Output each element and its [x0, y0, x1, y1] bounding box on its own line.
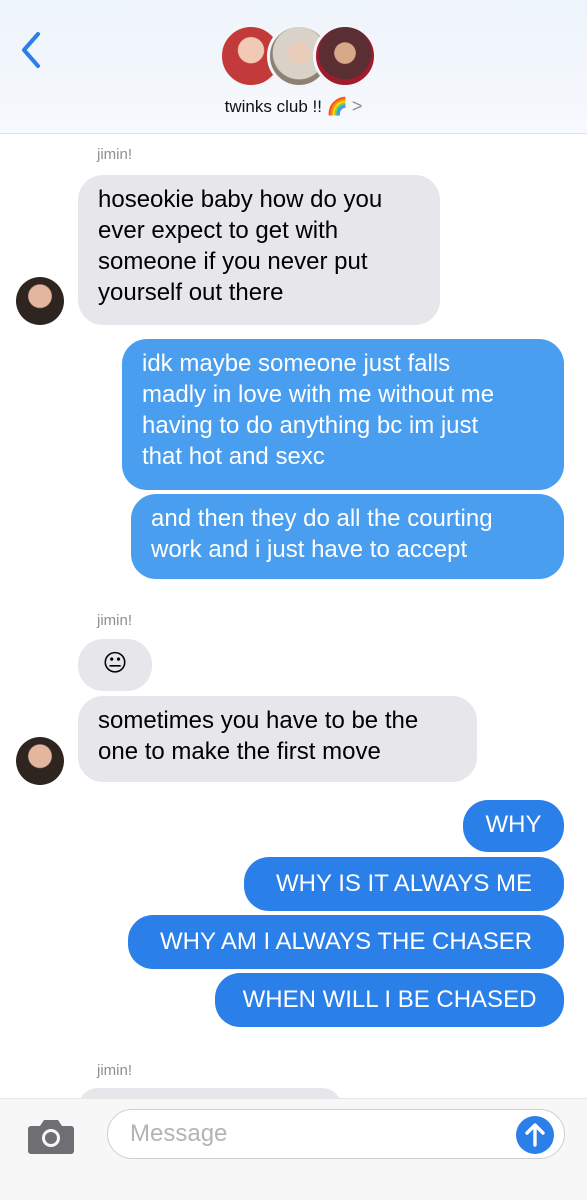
message-bubble[interactable]: WHY: [463, 800, 564, 852]
arrow-up-icon: [525, 1123, 545, 1147]
message-line: madly in love with me without me: [142, 381, 495, 408]
message-line: and then they do all the courting: [151, 505, 493, 532]
group-name-button[interactable]: twinks club !! 🌈 >: [0, 96, 587, 117]
message-text: WHY: [485, 811, 542, 838]
message-bubble[interactable]: WHEN WILL I BE CHASED: [215, 973, 564, 1027]
message-line: work and i just have to accept: [151, 536, 468, 563]
send-button[interactable]: [516, 1116, 554, 1154]
avatar: [313, 24, 377, 88]
message-bubble[interactable]: 😐: [78, 639, 152, 691]
message-line: having to do anything bc im just: [142, 412, 479, 439]
camera-icon: [28, 1120, 74, 1154]
chevron-right-icon: >: [351, 96, 363, 116]
message-line: sometimes you have to be the: [98, 707, 419, 734]
message-line: hoseokie baby how do you: [98, 186, 383, 213]
camera-button[interactable]: [26, 1116, 76, 1156]
message-bubble[interactable]: and then they do all the courting work a…: [131, 494, 564, 579]
message-text: WHY AM I ALWAYS THE CHASER: [159, 928, 533, 955]
message-line: someone if you never put: [98, 248, 368, 275]
message-text: WHY IS IT ALWAYS ME: [275, 870, 533, 897]
message-input[interactable]: [107, 1109, 565, 1159]
message-line: that hot and sexc: [142, 443, 325, 470]
back-button[interactable]: [14, 28, 48, 72]
group-avatars[interactable]: [219, 24, 377, 90]
sender-name: jimin!: [97, 146, 133, 163]
chevron-left-icon: [22, 32, 40, 68]
message-line: yourself out there: [98, 279, 284, 306]
message-line: one to make the first move: [98, 738, 381, 765]
emoji-message: 😐: [102, 650, 128, 677]
conversation-header: twinks club !! 🌈 >: [0, 0, 587, 134]
group-name: twinks club !! 🌈: [224, 97, 348, 116]
message-bubble[interactable]: idk maybe someone just falls madly in lo…: [122, 339, 564, 490]
sender-name: jimin!: [97, 1062, 133, 1079]
message-composer: [0, 1098, 587, 1200]
message-bubble[interactable]: hoseokie baby how do you ever expect to …: [78, 175, 440, 325]
sender-name: jimin!: [97, 612, 133, 629]
avatar[interactable]: [16, 277, 64, 325]
message-text: WHEN WILL I BE CHASED: [242, 986, 537, 1013]
message-bubble[interactable]: WHY AM I ALWAYS THE CHASER: [128, 915, 564, 969]
message-line: ever expect to get with: [98, 217, 339, 244]
message-bubble[interactable]: sometimes you have to be the one to make…: [78, 696, 477, 782]
avatar[interactable]: [16, 737, 64, 785]
message-line: idk maybe someone just falls: [142, 350, 451, 377]
message-bubble[interactable]: WHY IS IT ALWAYS ME: [244, 857, 564, 911]
